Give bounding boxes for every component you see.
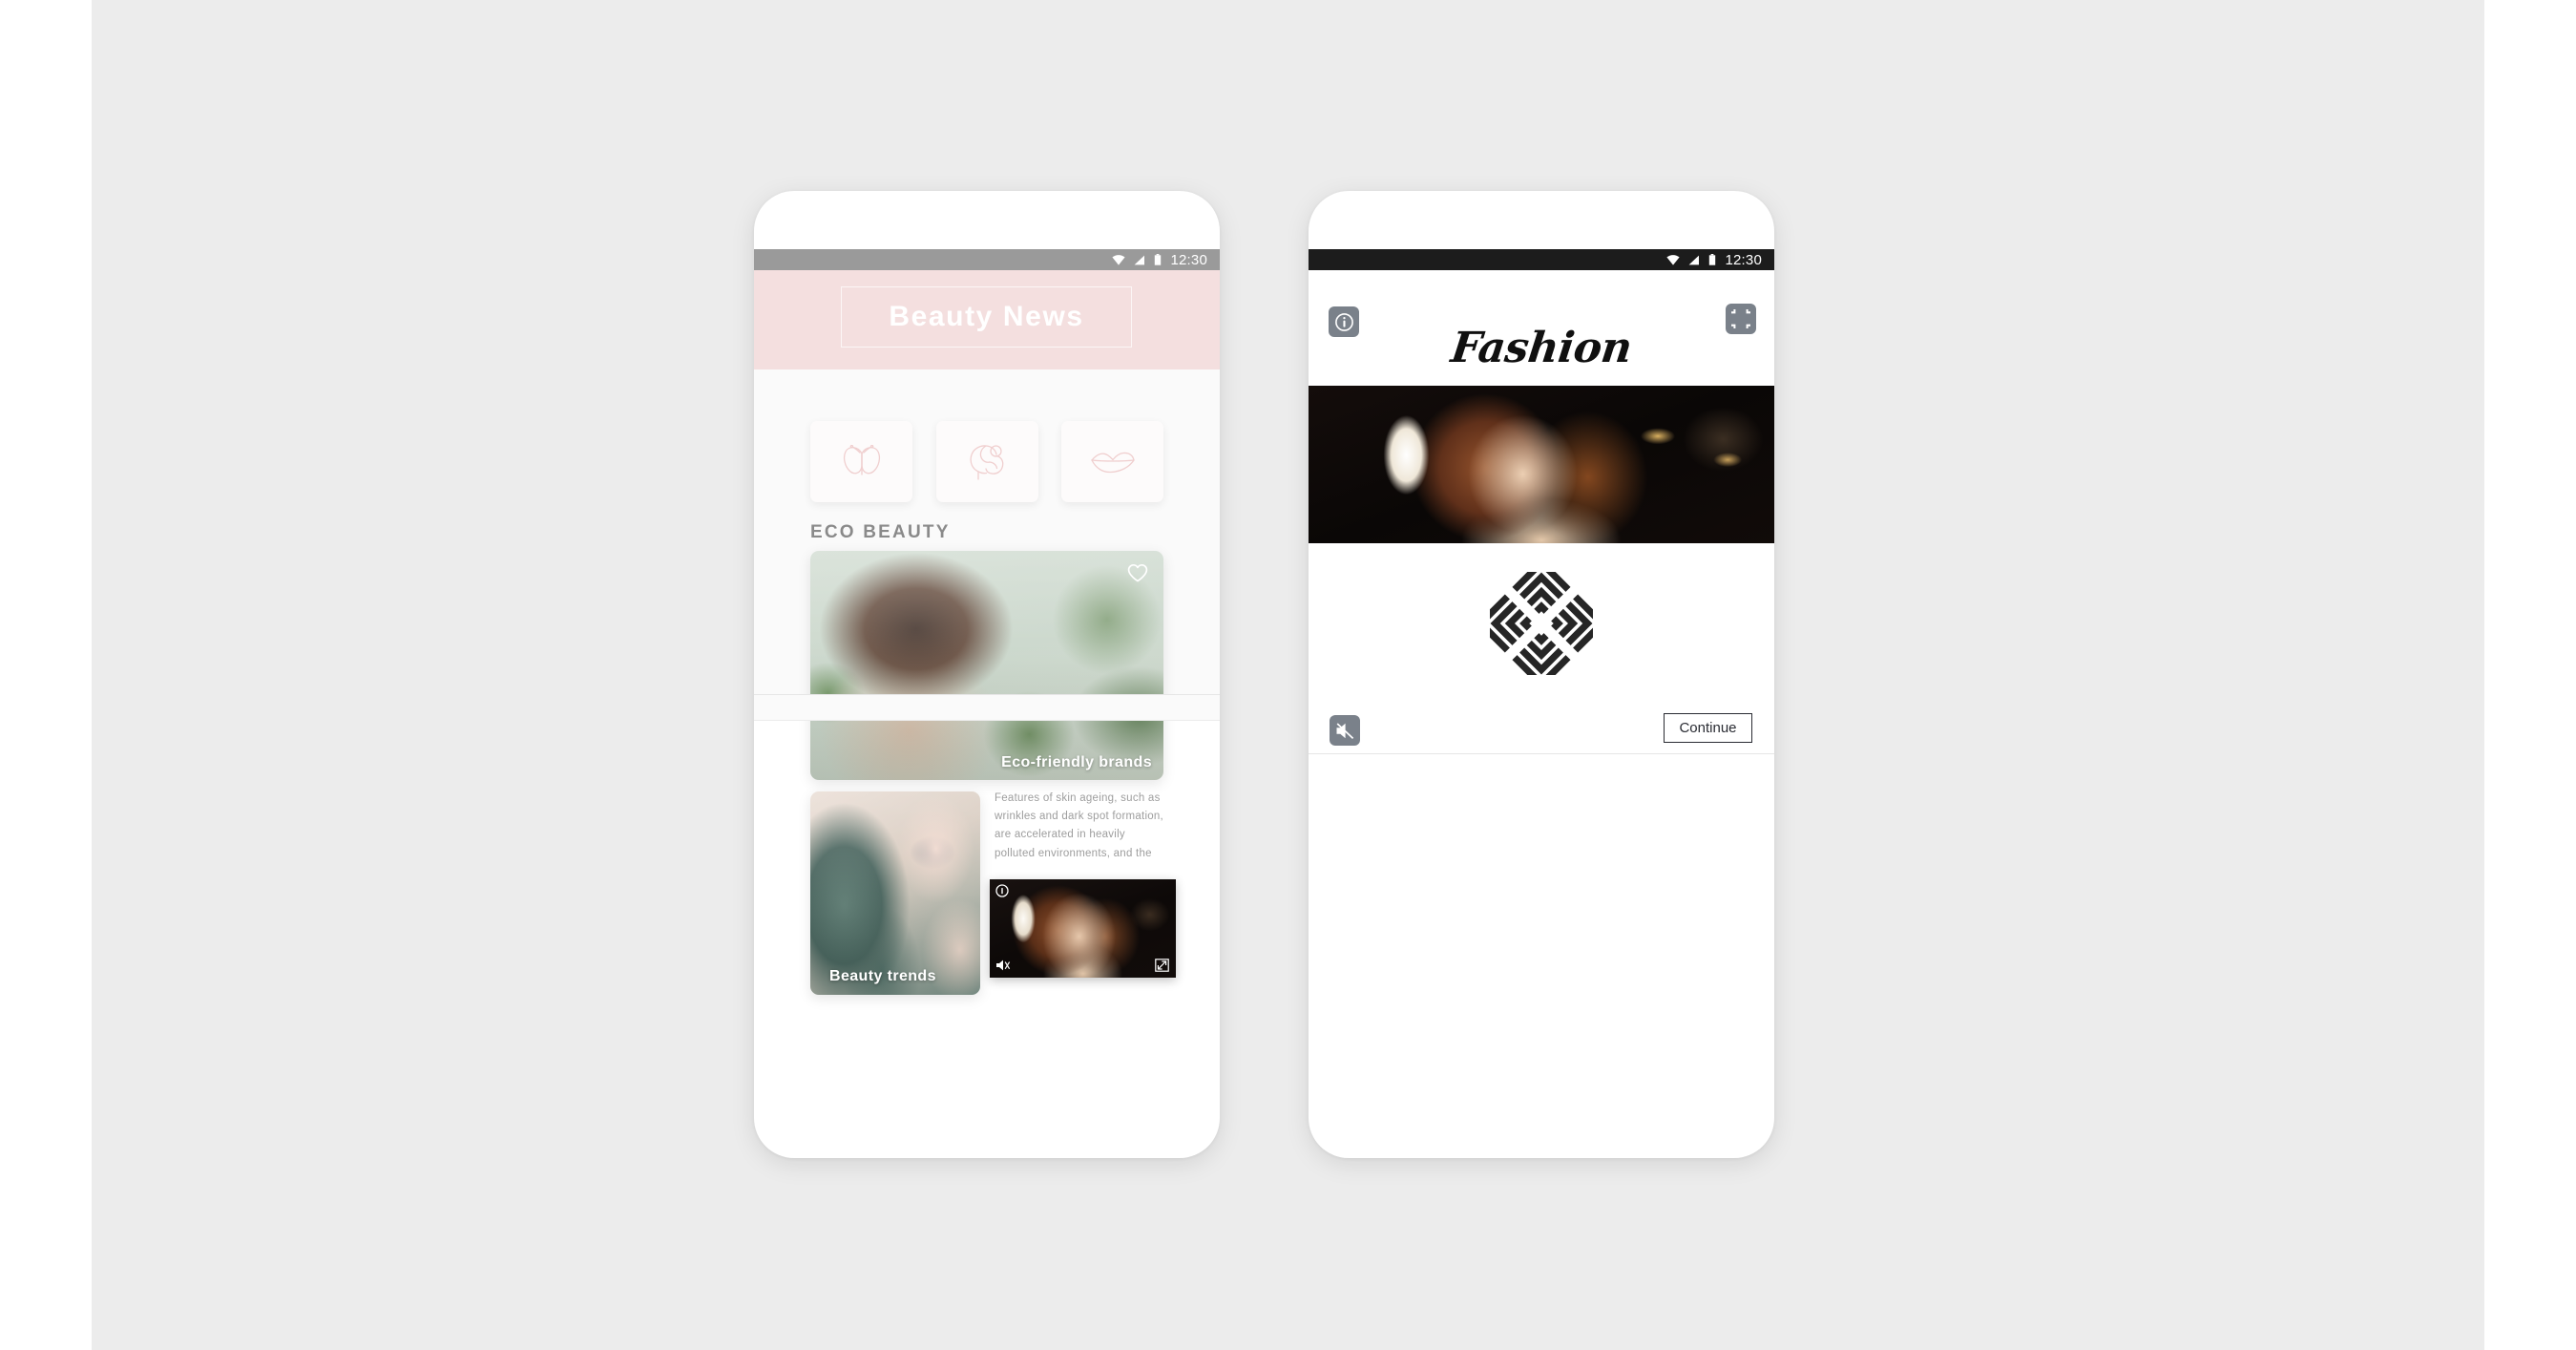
article-paragraph: Features of skin ageing, such as wrinkle…: [995, 792, 1163, 859]
beauty-trends-card[interactable]: Beauty trends: [810, 791, 980, 995]
status-bar-time: 12:30: [1170, 251, 1207, 268]
section-title: ECO BEAUTY: [810, 522, 951, 542]
hero-video-frame[interactable]: [1309, 386, 1774, 543]
expand-icon: [1155, 959, 1169, 972]
right-phone-screen: 12:30 Fashion Continue: [1309, 249, 1774, 754]
info-icon: [995, 884, 1009, 897]
right-phone-body: 12:30 Fashion Continue: [1309, 191, 1774, 1158]
category-card-butterfly[interactable]: [810, 421, 912, 502]
battery-icon: [1709, 254, 1716, 265]
brand-title: Fashion: [1448, 324, 1635, 372]
diamond-chevron-logo: [1490, 572, 1593, 675]
battery-icon: [1155, 254, 1162, 265]
wifi-icon: [1112, 254, 1126, 265]
status-bar: 12:30: [754, 249, 1220, 270]
left-phone-body: 12:30 Beauty News ECO BEAUTY Eco-friendl…: [754, 191, 1220, 1158]
trends-card-label: Beauty trends: [829, 968, 936, 984]
category-card-hair[interactable]: [935, 421, 1038, 502]
cellular-signal-icon: [1135, 255, 1145, 264]
video-expand-button[interactable]: [1155, 959, 1169, 972]
left-phone-screen: 12:30 Beauty News ECO BEAUTY Eco-friendl…: [754, 249, 1220, 995]
eco-card-label: Eco-friendly brands: [1001, 754, 1152, 770]
content-divider: [1309, 753, 1774, 754]
category-row: [810, 421, 1163, 502]
video-thumbnail: [990, 879, 1176, 978]
backdrop-panel: [92, 0, 2484, 1350]
continue-button[interactable]: Continue: [1664, 713, 1752, 743]
page-title: Beauty News: [889, 301, 1084, 332]
status-bar-time: 12:30: [1725, 251, 1762, 268]
page-canvas: 12:30 Beauty News ECO BEAUTY Eco-friendl…: [0, 0, 2576, 1350]
bottom-tray: [754, 695, 1220, 721]
eco-card-overlay: [810, 551, 1163, 780]
mute-icon: [996, 960, 1011, 971]
wifi-icon: [1666, 254, 1681, 265]
video-info-button[interactable]: [995, 884, 1009, 897]
status-bar: 12:30: [1309, 249, 1774, 270]
phone-mockup-left: 12:30 Beauty News ECO BEAUTY Eco-friendl…: [754, 191, 1220, 1158]
butterfly-icon: [843, 444, 880, 475]
trends-card-overlay: [810, 791, 980, 995]
lips-icon: [1090, 452, 1135, 473]
woman-profile-icon: [970, 444, 1004, 480]
phone-mockup-right: 12:30 Fashion Continue: [1309, 191, 1774, 1158]
page-title-box: Beauty News: [841, 286, 1132, 348]
mute-button[interactable]: [1330, 715, 1360, 746]
eco-friendly-brands-card[interactable]: Eco-friendly brands: [810, 551, 1163, 780]
cellular-signal-icon: [1689, 255, 1700, 264]
favorite-button[interactable]: [1125, 560, 1150, 585]
mute-icon: [1336, 722, 1353, 739]
floating-video-player[interactable]: [990, 879, 1176, 978]
brand-logo: [1309, 572, 1774, 675]
heart-icon: [1127, 563, 1148, 582]
video-mute-button[interactable]: [995, 959, 1011, 972]
continue-button-label: Continue: [1679, 720, 1737, 736]
category-card-lips[interactable]: [1061, 421, 1163, 502]
